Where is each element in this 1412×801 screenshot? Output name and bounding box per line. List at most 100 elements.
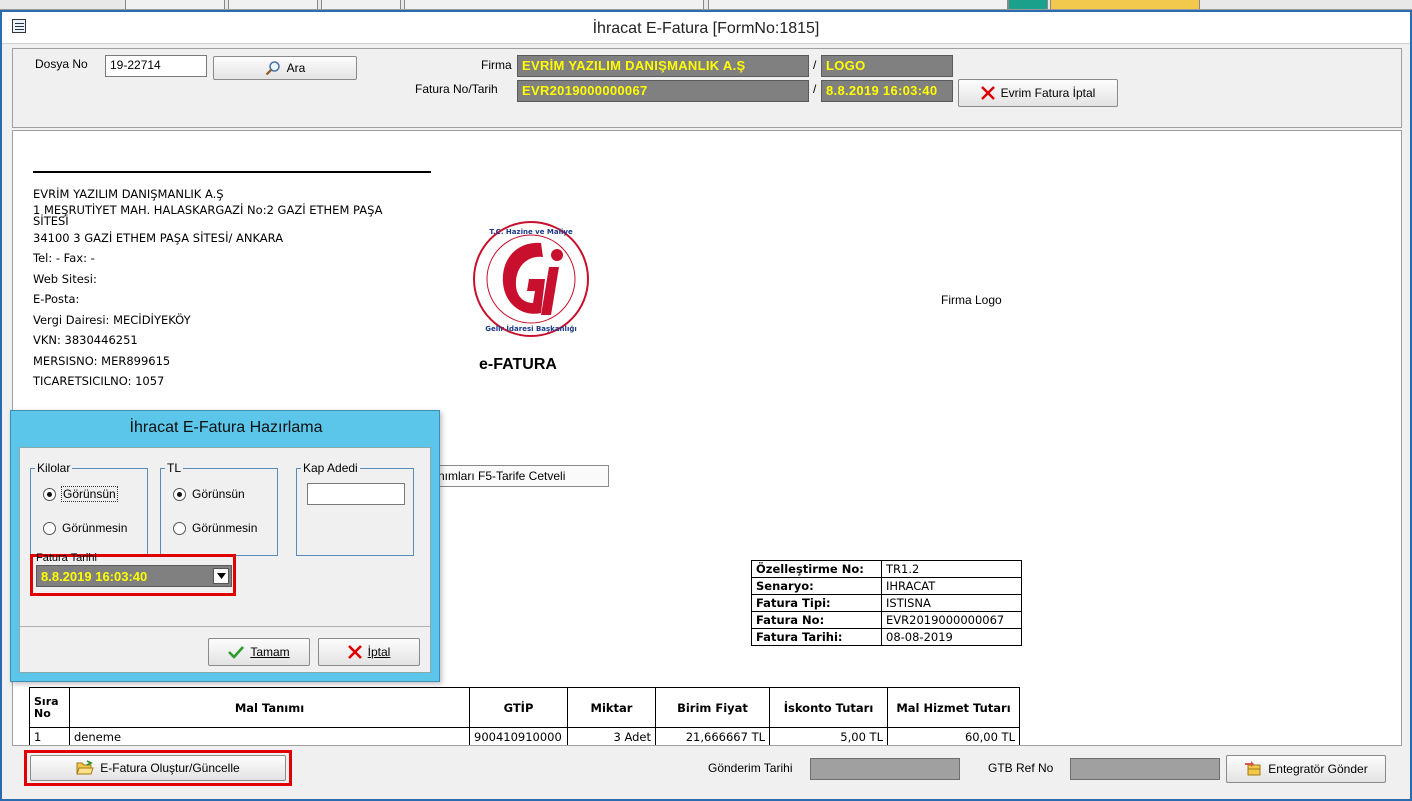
- company-line: Vergi Dairesi: MECİDİYEKÖY: [33, 312, 191, 327]
- firma-logo-placeholder: Firma Logo: [941, 293, 1002, 307]
- iptal-label: Evrim Fatura İptal: [1000, 86, 1096, 100]
- close-icon: [980, 86, 995, 100]
- cell-gtip: 900410910000: [469, 727, 568, 747]
- info-value: TR1.2: [881, 560, 1022, 578]
- close-icon: [347, 645, 362, 659]
- info-row: Fatura Tipi: ISTISNA: [751, 594, 1022, 612]
- cell-birim-fiyat: 21,666667 TL: [655, 727, 770, 747]
- cell-iskonto: 5,00 TL: [769, 727, 888, 747]
- col-iskonto-tutari: İskonto Tutarı: [769, 687, 888, 728]
- evrim-fatura-iptal-button[interactable]: Evrim Fatura İptal: [958, 79, 1118, 107]
- efatura-hazirlama-dialog: İhracat E-Fatura Hazırlama Kilolar Görün…: [10, 410, 440, 682]
- info-key: Fatura Tarihi:: [751, 628, 882, 646]
- info-row: Özelleştirme No: TR1.2: [751, 560, 1022, 578]
- company-line: MERSISNO: MER899615: [33, 353, 171, 368]
- cell-miktar: 3 Adet: [567, 727, 656, 747]
- ihracat-window: İhracat E-Fatura [FormNo:1815] Dosya No …: [0, 10, 1412, 801]
- invoice-items-table: Sıra No Mal Tanımı GTİP Miktar Birim Fiy…: [29, 687, 1020, 747]
- svg-text:Gelir İdaresi Başkanlığı: Gelir İdaresi Başkanlığı: [485, 324, 577, 333]
- firma-field[interactable]: EVRİM YAZILIM DANIŞMANLIK A.Ş: [517, 55, 809, 77]
- info-key: Senaryo:: [751, 577, 882, 595]
- radio-label: Görünsün: [61, 486, 118, 502]
- fatura-tarihi-select[interactable]: 8.8.2019 16:03:40: [36, 565, 232, 587]
- kilolar-gorunsun-radio[interactable]: Görünsün: [43, 486, 118, 502]
- fatura-tarih-field[interactable]: 8.8.2019 16:03:40: [821, 80, 953, 102]
- fatura-tarihi-label: Fatura Tarihi: [36, 552, 97, 564]
- dosya-no-label: Dosya No: [35, 57, 88, 71]
- tl-gorunmesin-radio[interactable]: Görünmesin: [173, 521, 257, 535]
- folder-open-icon: [76, 760, 94, 775]
- background-toolbar-strip: [0, 0, 1412, 10]
- col-gtip: GTİP: [469, 687, 568, 728]
- firma-code-field[interactable]: LOGO: [821, 55, 953, 77]
- fatura-no-field[interactable]: EVR2019000000067: [517, 80, 809, 102]
- send-box-icon: [1245, 761, 1261, 776]
- radio-label: Görünmesin: [192, 521, 258, 535]
- tl-gorunsun-radio[interactable]: Görünsün: [173, 487, 245, 501]
- company-line: EVRİM YAZILIM DANIŞMANLIK A.Ş: [33, 187, 224, 201]
- info-value: IHRACAT: [881, 577, 1022, 595]
- fatura-tarih-separator: /: [813, 82, 817, 96]
- kilolar-group: Kilolar Görünsün Görünmesin: [30, 461, 148, 556]
- tamam-button[interactable]: Tamam: [208, 638, 310, 666]
- dosya-no-field[interactable]: 19-22714: [105, 55, 207, 77]
- company-info: EVRİM YAZILIM DANIŞMANLIK A.Ş 1 MEŞRUTİY…: [33, 186, 433, 390]
- efatura-olustur-button[interactable]: E-Fatura Oluştur/Güncelle: [30, 755, 286, 781]
- company-line: Tel: - Fax: -: [33, 251, 95, 265]
- check-icon: [228, 646, 245, 659]
- gtb-ref-field[interactable]: [1070, 758, 1220, 780]
- col-sira-no: Sıra No: [29, 687, 70, 728]
- efatura-title: e-FATURA: [479, 356, 557, 373]
- kilolar-title: Kilolar: [35, 461, 73, 475]
- firma-label: Firma: [481, 58, 512, 72]
- radio-selected-icon: [43, 487, 56, 501]
- search-panel: Dosya No 19-22714 Ara Firma EVRİM YAZILI…: [12, 48, 1402, 128]
- svg-text:T.C. Hazine ve Maliye: T.C. Hazine ve Maliye: [489, 228, 573, 236]
- tarife-cetveli-button[interactable]: nımları F5-Tarife Cetveli: [431, 465, 609, 487]
- radio-unselected-icon: [173, 521, 186, 535]
- company-line: E-Posta:: [33, 292, 80, 306]
- ara-label: Ara: [286, 61, 306, 75]
- radio-selected-icon: [173, 487, 186, 501]
- gonderim-tarihi-field[interactable]: [810, 758, 960, 780]
- kilolar-gorunmesin-radio[interactable]: Görünmesin: [43, 521, 127, 535]
- entegrator-label: Entegratör Gönder: [1268, 762, 1368, 776]
- entegrator-gonder-button[interactable]: Entegratör Gönder: [1226, 755, 1386, 783]
- gonderim-tarihi-label: Gönderim Tarihi: [708, 761, 793, 775]
- info-row: Fatura No: EVR2019000000067: [751, 611, 1022, 629]
- info-value: EVR2019000000067: [881, 611, 1022, 629]
- cell-mal-tanimi: deneme: [69, 727, 470, 747]
- ara-button[interactable]: Ara: [213, 56, 357, 80]
- col-mal-hizmet-tutari: Mal Hizmet Tutarı: [887, 687, 1020, 728]
- info-value: 08-08-2019: [881, 628, 1022, 646]
- tl-group: TL Görünsün Görünmesin: [160, 461, 278, 556]
- radio-unselected-icon: [43, 521, 56, 535]
- title-bar: İhracat E-Fatura [FormNo:1815]: [2, 12, 1410, 44]
- chevron-down-icon[interactable]: [213, 568, 229, 584]
- company-line: Web Sitesi:: [33, 271, 97, 286]
- cell-sira: 1: [29, 727, 70, 747]
- gtb-ref-label: GTB Ref No: [988, 761, 1054, 775]
- company-line: 1 MEŞRUTİYET MAH. HALASKARGAZİ No:2 GAZİ…: [33, 202, 383, 228]
- tl-title: TL: [165, 461, 184, 475]
- dialog-separator: [20, 626, 430, 627]
- company-line: TICARETSICILNO: 1057: [33, 374, 165, 388]
- info-key: Fatura No:: [751, 611, 882, 629]
- olustur-label: E-Fatura Oluştur/Güncelle: [100, 761, 240, 775]
- dialog-body: Kilolar Görünsün Görünmesin TL Görünsün …: [19, 447, 431, 673]
- kap-adedi-title: Kap Adedi: [301, 461, 360, 475]
- firma-separator: /: [813, 58, 817, 72]
- fatura-tarihi-value: 8.8.2019 16:03:40: [41, 569, 148, 584]
- col-birim-fiyat: Birim Fiyat: [655, 687, 770, 728]
- dialog-title: İhracat E-Fatura Hazırlama: [129, 419, 323, 436]
- kap-adedi-input[interactable]: [307, 483, 405, 505]
- info-row: Fatura Tarihi: 08-08-2019: [751, 628, 1022, 646]
- kap-adedi-group: Kap Adedi: [296, 461, 414, 556]
- header-rule: [33, 171, 431, 173]
- bottom-action-bar: E-Fatura Oluştur/Güncelle Gönderim Tarih…: [12, 745, 1402, 789]
- info-key: Fatura Tipi:: [751, 594, 882, 612]
- info-key: Özelleştirme No:: [751, 560, 882, 578]
- company-line: 34100 3 GAZİ ETHEM PAŞA SİTESİ/ ANKARA: [33, 230, 284, 245]
- dialog-iptal-button[interactable]: İptal: [318, 638, 420, 666]
- radio-label: Görünmesin: [62, 521, 128, 535]
